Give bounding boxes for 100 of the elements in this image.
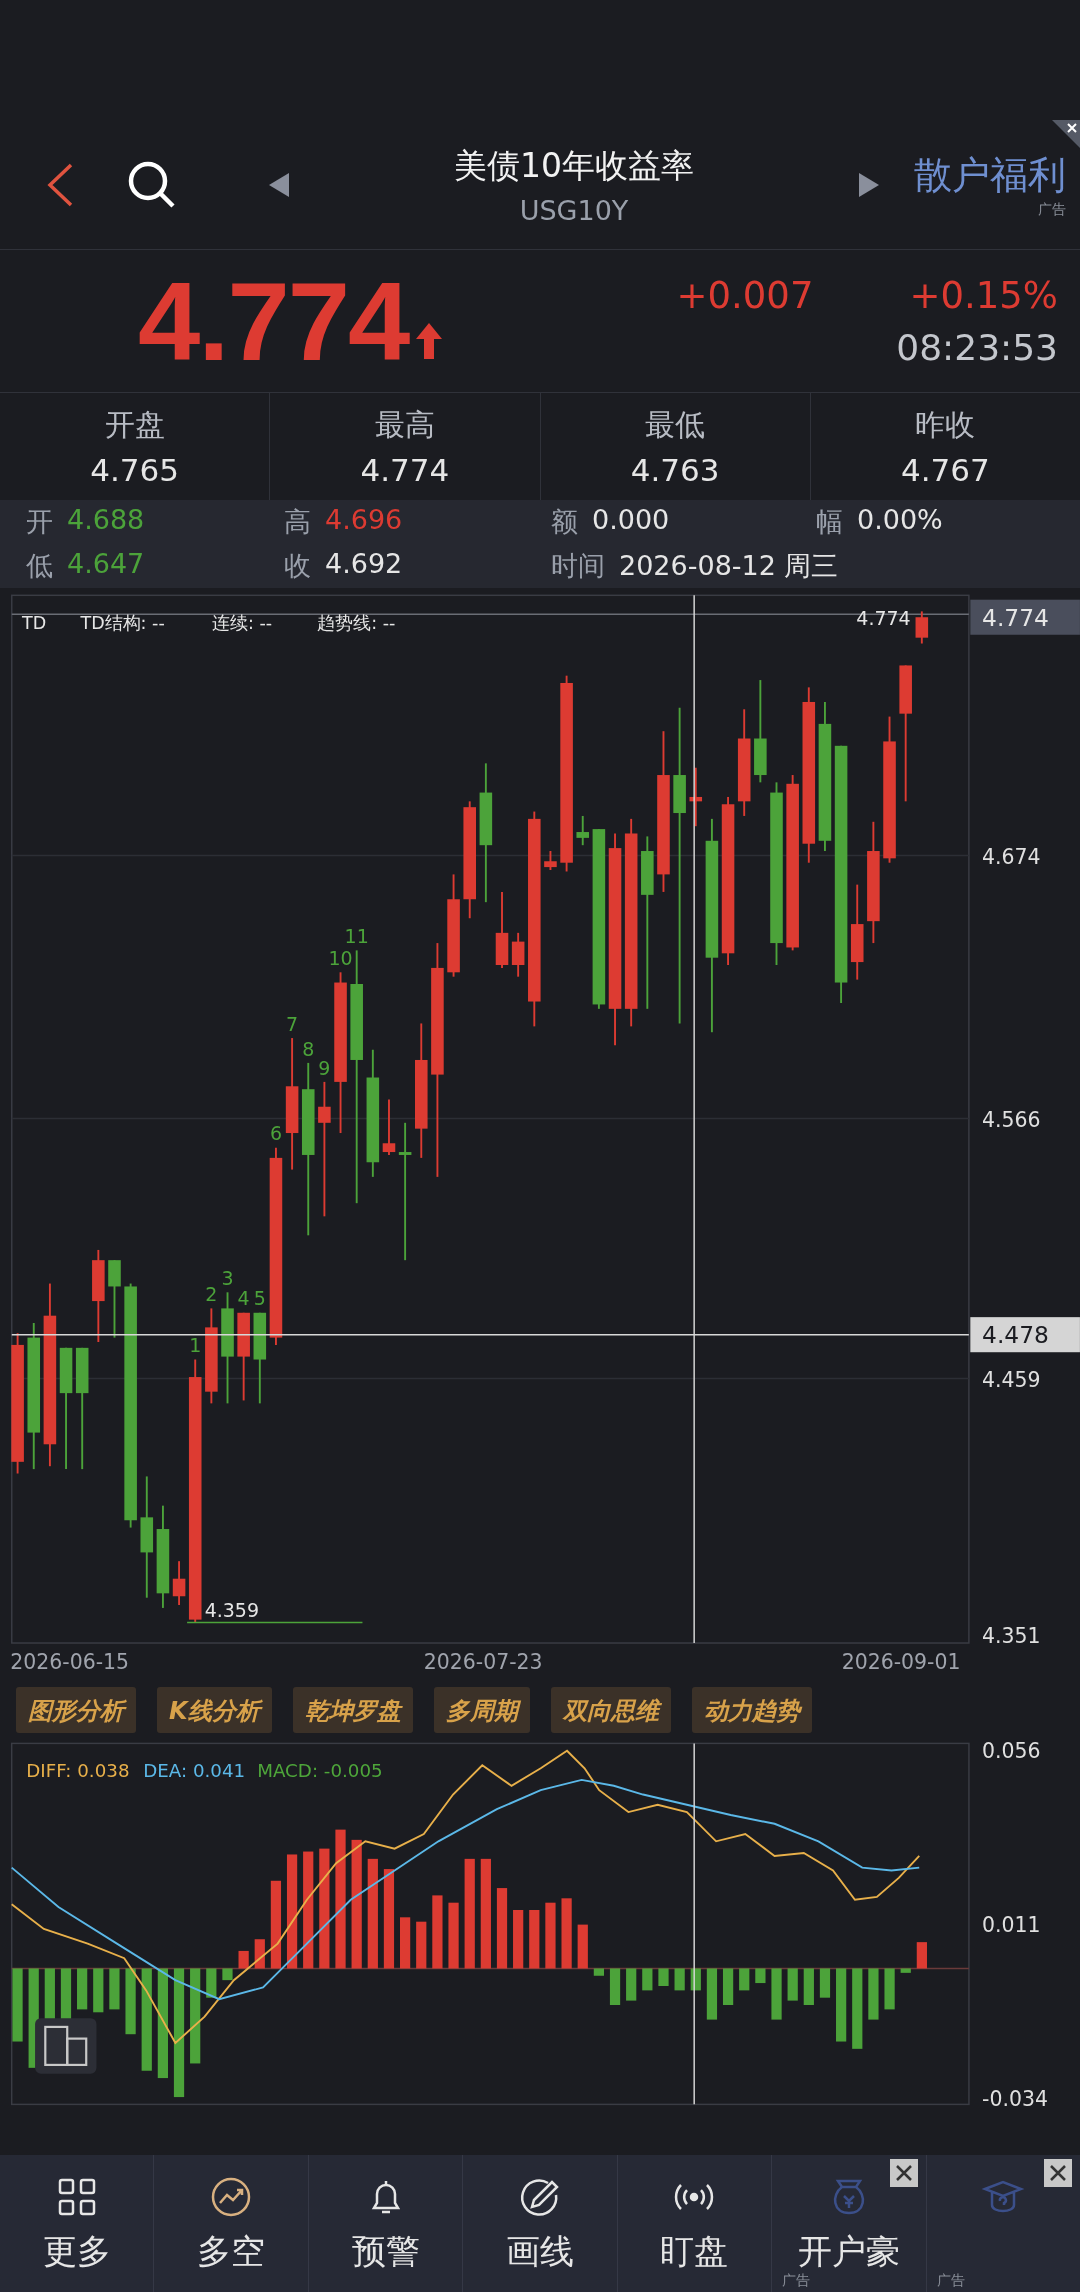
info-label: 收 — [284, 549, 311, 583]
price-axis-tag: 4.774 — [970, 599, 1080, 635]
negative-bar — [658, 1968, 669, 1986]
positive-bar — [238, 1950, 249, 1969]
low-price-label: 4.359 — [204, 1598, 259, 1621]
analysis-button[interactable]: 图形分析 — [16, 1687, 136, 1733]
rising-candle — [172, 1560, 186, 1606]
legend-item: 趋势线: -- — [317, 612, 396, 633]
analysis-button[interactable]: 双向思维 — [550, 1687, 671, 1733]
negative-bar — [642, 1968, 653, 1991]
info-value: 4.688 — [67, 504, 145, 537]
ad-tag: 广告 — [1038, 201, 1066, 219]
price-change: +0.007 — [676, 274, 814, 317]
analysis-button[interactable]: 乾坤罗盘 — [292, 1687, 413, 1733]
positive-bar — [513, 1910, 524, 1969]
date-axis-label: 2026-07-23 — [423, 1650, 543, 1675]
nav-item[interactable]: 广告 — [925, 2155, 1080, 2292]
td-count: 1 — [189, 1334, 202, 1357]
stat-label: 昨收 — [915, 406, 976, 444]
negative-bar — [222, 1968, 233, 1981]
instrument-symbol: USG10Y — [519, 194, 629, 226]
close-icon[interactable] — [1043, 2159, 1072, 2187]
positive-bar — [529, 1910, 540, 1969]
td-count: 2 — [205, 1283, 218, 1306]
info-label: 低 — [26, 549, 53, 583]
macd-legend: DEA: 0.041 — [143, 1760, 246, 1781]
negative-bar — [706, 1968, 718, 2020]
analysis-button[interactable]: K线分析 — [157, 1687, 272, 1733]
stat-value: 4.767 — [901, 452, 990, 488]
stat-label: 最高 — [374, 406, 435, 444]
negative-bar — [819, 1968, 831, 1998]
info-label: 高 — [284, 505, 311, 539]
nav-item[interactable]: 更多 — [0, 2155, 154, 2292]
falling-candle — [576, 815, 589, 847]
close-icon[interactable] — [1052, 120, 1080, 148]
back-chevron-icon — [45, 161, 75, 208]
info-value: 4.696 — [325, 504, 403, 537]
td-count: 8 — [302, 1037, 315, 1060]
macd-axis-label: -0.034 — [982, 2086, 1048, 2111]
stat-value: 4.765 — [90, 452, 179, 488]
td-count: 7 — [286, 1012, 299, 1035]
legend-item: TD结构: -- — [80, 612, 165, 633]
info-label: 额 — [551, 505, 578, 539]
positive-bar — [416, 1921, 427, 1969]
negative-bar — [868, 1968, 879, 2020]
stat-label: 开盘 — [104, 406, 165, 444]
nav-item[interactable]: 预警 — [307, 2155, 463, 2292]
instrument-title: 美债10年收益率 — [454, 144, 694, 187]
nav-item[interactable]: 盯盘 — [616, 2155, 772, 2292]
date-axis-label: 2026-06-15 — [10, 1650, 130, 1675]
positive-bar — [577, 1924, 588, 1969]
info-value: 4.647 — [67, 548, 145, 581]
nav-item[interactable]: 开户豪 广告 — [771, 2155, 926, 2292]
price-axis-label: 4.674 — [982, 845, 1041, 870]
negative-bar — [674, 1968, 685, 1991]
promo-link[interactable]: 散户福利 — [914, 150, 1066, 201]
negative-bar — [609, 1968, 621, 2005]
info-value: 0.00% — [857, 504, 943, 537]
rising-candle — [511, 931, 525, 978]
ad-tag: 广告 — [782, 2272, 811, 2290]
left-triangle-icon — [267, 170, 291, 199]
negative-bar — [900, 1968, 911, 1973]
nav-item[interactable]: 多空 — [153, 2155, 308, 2292]
nav-item[interactable]: 画线 — [462, 2155, 617, 2292]
negative-bar — [93, 1968, 104, 2013]
positive-bar — [448, 1902, 459, 1969]
analysis-button[interactable]: 动力趋势 — [691, 1687, 812, 1733]
analysis-button[interactable]: 多周期 — [433, 1687, 530, 1733]
rising-candle — [689, 766, 703, 828]
td-count: 10 — [328, 947, 353, 969]
right-triangle-icon — [857, 170, 881, 199]
info-label: 开 — [26, 505, 53, 539]
info-label: 时间 — [551, 549, 605, 583]
negative-bar — [755, 1968, 766, 1984]
negative-bar — [690, 1968, 701, 1991]
legend-item: 连续: -- — [211, 612, 273, 633]
negative-bar — [739, 1968, 750, 1991]
td-count: 11 — [344, 925, 369, 948]
percent-change: +0.15% — [909, 274, 1058, 317]
negative-bar — [722, 1968, 734, 2005]
rising-candle — [382, 1098, 396, 1156]
negative-bar — [593, 1968, 604, 1976]
stat-value: 4.774 — [360, 452, 450, 488]
positive-bar — [561, 1898, 572, 1969]
rising-candle — [915, 610, 929, 645]
positive-bar — [916, 1942, 927, 1969]
date-axis-label: 2026-09-01 — [841, 1650, 961, 1675]
negative-bar — [787, 1968, 798, 2001]
positive-bar — [545, 1902, 556, 1969]
negative-bar — [884, 1968, 895, 2010]
negative-bar — [109, 1968, 120, 2010]
td-count: 3 — [221, 1267, 234, 1289]
chart-toggle-icon[interactable] — [35, 2018, 97, 2074]
close-icon[interactable] — [889, 2159, 918, 2187]
price-axis-label: 4.351 — [982, 1624, 1041, 1648]
td-count: 5 — [253, 1287, 266, 1310]
price-axis-tag: 4.478 — [970, 1317, 1080, 1353]
macd-axis-label: 0.011 — [982, 1912, 1041, 1937]
negative-bar — [771, 1968, 782, 2020]
info-label: 幅 — [816, 505, 843, 539]
